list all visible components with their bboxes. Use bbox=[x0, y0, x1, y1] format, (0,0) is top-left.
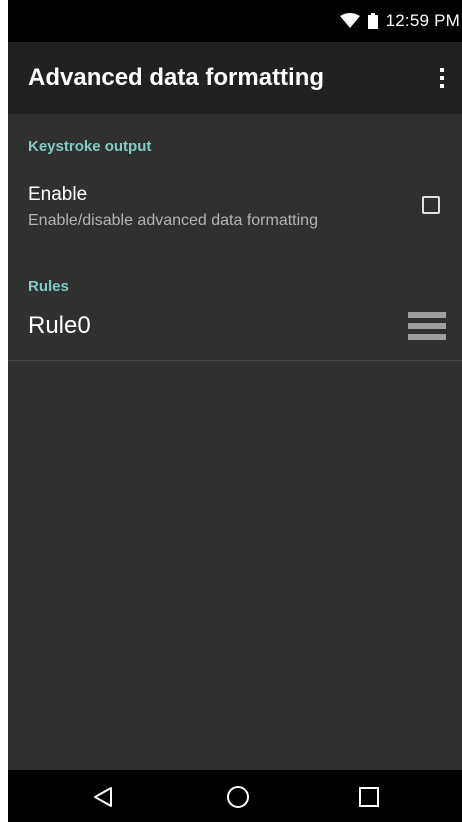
device-screen: 12:59 PM Advanced data formatting Keystr… bbox=[8, 0, 462, 822]
page-title: Advanced data formatting bbox=[28, 64, 325, 91]
home-button[interactable] bbox=[225, 784, 251, 810]
home-icon bbox=[227, 786, 249, 808]
recents-icon bbox=[359, 787, 379, 807]
enable-summary: Enable/disable advanced data formatting bbox=[28, 212, 318, 229]
more-vert-icon bbox=[440, 68, 444, 88]
section-header-rules: Rules bbox=[28, 278, 69, 295]
list-divider bbox=[8, 360, 462, 361]
recents-button[interactable] bbox=[356, 784, 382, 810]
battery-icon bbox=[367, 13, 378, 29]
rule-label: Rule0 bbox=[28, 312, 91, 339]
status-icons: 12:59 PM bbox=[339, 11, 460, 31]
back-icon bbox=[94, 787, 112, 807]
overflow-menu-button[interactable] bbox=[430, 60, 454, 96]
enable-checkbox[interactable] bbox=[422, 196, 440, 214]
section-header-keystroke-output: Keystroke output bbox=[28, 138, 152, 155]
drag-handle-icon[interactable] bbox=[408, 312, 446, 348]
enable-preference-row[interactable]: Enable Enable/disable advanced data form… bbox=[8, 176, 462, 244]
status-time: 12:59 PM bbox=[385, 11, 460, 30]
wifi-icon bbox=[339, 13, 360, 28]
back-button[interactable] bbox=[90, 784, 116, 810]
enable-title: Enable bbox=[28, 184, 88, 205]
status-bar: 12:59 PM bbox=[8, 0, 462, 42]
rule-item[interactable]: Rule0 bbox=[8, 304, 462, 360]
app-bar: Advanced data formatting bbox=[8, 42, 462, 114]
navigation-bar bbox=[8, 770, 462, 822]
